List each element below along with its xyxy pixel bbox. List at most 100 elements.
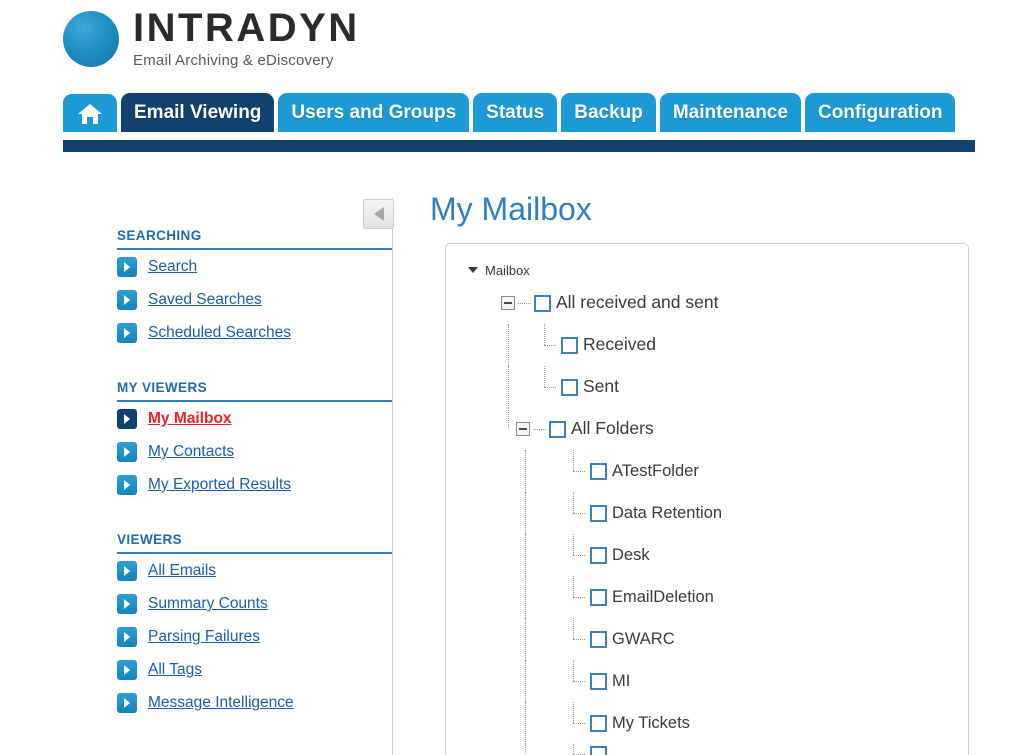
tree-node-label: ATestFolder xyxy=(612,461,699,480)
arrow-right-icon xyxy=(117,256,137,277)
arrow-right-icon xyxy=(117,289,137,310)
arrow-right-icon xyxy=(117,593,137,614)
tree-node-label: EmailDeletion xyxy=(612,587,714,606)
main-navigation-tabs[interactable]: Email Viewing Users and Groups Status Ba… xyxy=(63,93,956,132)
tree-connector xyxy=(525,660,526,702)
page-title: My Mailbox xyxy=(430,191,592,227)
tab-email-viewing[interactable]: Email Viewing xyxy=(121,93,275,132)
sidebar-item-label: All Emails xyxy=(148,561,217,579)
tree-connector xyxy=(525,618,526,660)
tree-node-label: All Folders xyxy=(571,418,654,439)
checkbox-desk[interactable] xyxy=(590,546,607,564)
checkbox-sent[interactable] xyxy=(561,378,578,396)
tree-connector xyxy=(571,702,588,744)
sidebar-item-scheduled-searches[interactable]: Scheduled Searches xyxy=(117,316,392,349)
tree-node-mailbox-root[interactable]: Mailbox xyxy=(446,258,968,282)
sidebar-item-my-exported-results[interactable]: My Exported Results xyxy=(117,468,392,501)
tabbar-underline xyxy=(63,140,975,152)
sidebar-list-viewers: All Emails Summary Counts Parsing Failur… xyxy=(117,554,392,719)
tab-backup[interactable]: Backup xyxy=(561,93,656,132)
sidebar-item-parsing-failures[interactable]: Parsing Failures xyxy=(117,620,392,653)
checkbox-gwarc[interactable] xyxy=(590,630,607,648)
arrow-right-icon xyxy=(117,692,137,713)
tree-row[interactable]: ATestFolder xyxy=(446,450,968,492)
mailbox-tree: Mailbox All received and sent Received S… xyxy=(446,244,968,755)
sidebar-item-label: My Contacts xyxy=(148,442,235,460)
main-content: My Mailbox xyxy=(430,191,592,249)
checkbox-clipped[interactable] xyxy=(590,745,607,755)
checkbox-data-retention[interactable] xyxy=(590,504,607,522)
tree-connector xyxy=(571,534,588,576)
tree-node-label: GWARC xyxy=(612,629,675,648)
tree-row[interactable]: GWARC xyxy=(446,618,968,660)
sidebar-section-my-viewers: MY VIEWERS My Mailbox My Contacts My Exp… xyxy=(117,380,392,501)
collapse-minus-icon[interactable] xyxy=(501,296,515,310)
sidebar-item-label: All Tags xyxy=(148,660,202,678)
checkbox-mi[interactable] xyxy=(590,672,607,690)
tree-row[interactable]: Data Retention xyxy=(446,492,968,534)
tree-row-clipped[interactable] xyxy=(446,744,968,755)
sidebar-item-my-contacts[interactable]: My Contacts xyxy=(117,435,392,468)
tree-row[interactable]: All Folders xyxy=(446,408,968,450)
tab-configuration[interactable]: Configuration xyxy=(804,93,956,132)
sidebar-section-title: MY VIEWERS xyxy=(117,380,392,402)
tree-connector xyxy=(508,366,509,408)
tree-row[interactable]: Sent xyxy=(446,366,968,408)
tree-row[interactable]: Received xyxy=(446,324,968,366)
sidebar-item-all-tags[interactable]: All Tags xyxy=(117,653,392,686)
sidebar-list-my-viewers: My Mailbox My Contacts My Exported Resul… xyxy=(117,402,392,501)
tree-connector xyxy=(525,450,526,492)
arrow-right-icon xyxy=(117,626,137,647)
checkbox-emaildeletion[interactable] xyxy=(590,588,607,606)
sidebar-item-saved-searches[interactable]: Saved Searches xyxy=(117,283,392,316)
checkbox-received[interactable] xyxy=(561,336,578,354)
tree-connector xyxy=(525,492,526,534)
tree-row[interactable]: All received and sent xyxy=(446,282,968,324)
tree-connector xyxy=(518,302,531,304)
tree-connector xyxy=(525,576,526,618)
tree-connector xyxy=(533,428,546,430)
tree-connector xyxy=(571,576,588,618)
tree-connector xyxy=(542,366,559,408)
tree-root-label: Mailbox xyxy=(485,262,530,278)
checkbox-all-received-and-sent[interactable] xyxy=(534,294,551,312)
arrow-right-icon xyxy=(117,322,137,343)
sidebar-item-label: Parsing Failures xyxy=(148,627,260,645)
sidebar-item-search[interactable]: Search xyxy=(117,250,392,283)
arrow-right-icon xyxy=(117,560,137,581)
tree-connector xyxy=(571,744,588,755)
collapse-minus-icon[interactable] xyxy=(516,422,530,436)
tab-status[interactable]: Status xyxy=(473,93,558,132)
brand-name: INTRADYN xyxy=(133,6,360,50)
tree-node-label: My Tickets xyxy=(612,713,690,732)
sidebar-item-label: My Exported Results xyxy=(148,475,291,493)
sidebar-section-title: VIEWERS xyxy=(117,532,392,554)
checkbox-atestfolder[interactable] xyxy=(590,462,607,480)
checkbox-my-tickets[interactable] xyxy=(590,714,607,732)
tree-row[interactable]: My Tickets xyxy=(446,702,968,744)
tree-connector xyxy=(542,324,559,366)
tree-node-label: MI xyxy=(612,671,631,690)
sidebar-item-summary-counts[interactable]: Summary Counts xyxy=(117,587,392,620)
sidebar-item-message-intelligence[interactable]: Message Intelligence xyxy=(117,686,392,719)
tree-node-label: Received xyxy=(583,334,656,355)
sidebar-item-all-emails[interactable]: All Emails xyxy=(117,554,392,587)
sidebar-item-label: Saved Searches xyxy=(148,290,262,308)
sidebar-item-label: Summary Counts xyxy=(148,594,268,612)
tree-connector xyxy=(525,534,526,576)
sidebar-section-viewers: VIEWERS All Emails Summary Counts Parsin… xyxy=(117,532,392,719)
tree-connector xyxy=(571,618,588,660)
brand-tagline: Email Archiving & eDiscovery xyxy=(133,52,334,69)
tree-row[interactable]: MI xyxy=(446,660,968,702)
sidebar-section-searching: SEARCHING Search Saved Searches Schedule… xyxy=(117,228,392,349)
tab-home[interactable] xyxy=(63,93,117,132)
sidebar-list-searching: Search Saved Searches Scheduled Searches xyxy=(117,250,392,349)
caret-down-icon[interactable] xyxy=(468,267,478,273)
checkbox-all-folders[interactable] xyxy=(549,420,566,438)
tab-maintenance[interactable]: Maintenance xyxy=(659,93,801,132)
sidebar-item-my-mailbox[interactable]: My Mailbox xyxy=(117,402,392,435)
tree-row[interactable]: Desk xyxy=(446,534,968,576)
brand-text: INTRADYN Email Archiving & eDiscovery xyxy=(133,8,360,69)
tab-users-and-groups[interactable]: Users and Groups xyxy=(278,93,470,132)
tree-row[interactable]: EmailDeletion xyxy=(446,576,968,618)
